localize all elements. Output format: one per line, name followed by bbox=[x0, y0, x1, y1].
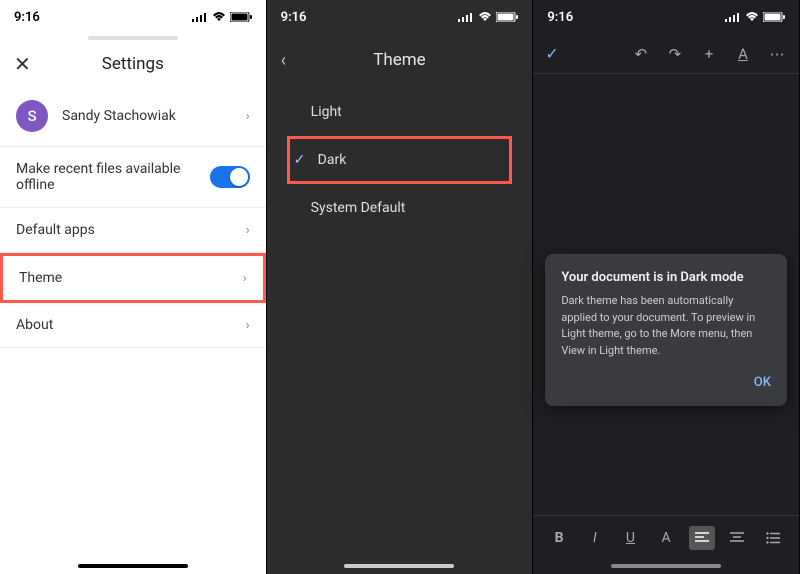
chevron-right-icon: › bbox=[246, 109, 250, 124]
text-format-icon[interactable]: A bbox=[733, 45, 753, 63]
default-apps-row[interactable]: Default apps › bbox=[0, 208, 266, 253]
theme-header: ‹ Theme bbox=[267, 34, 533, 88]
theme-option-label: Dark bbox=[318, 152, 347, 168]
about-label: About bbox=[16, 317, 246, 333]
theme-option-light[interactable]: ✓ Light bbox=[267, 88, 533, 136]
italic-button[interactable]: I bbox=[582, 526, 608, 550]
check-icon: ✓ bbox=[294, 152, 318, 168]
settings-header: ✕ Settings bbox=[0, 40, 266, 90]
bullet-list-icon[interactable] bbox=[760, 526, 786, 550]
check-icon: ✓ bbox=[287, 200, 311, 216]
theme-row[interactable]: Theme › bbox=[0, 253, 266, 303]
theme-option-label: System Default bbox=[311, 200, 406, 216]
more-icon[interactable]: ⋯ bbox=[767, 45, 787, 63]
status-bar: 9:16 bbox=[533, 0, 799, 34]
wifi-icon bbox=[478, 12, 492, 22]
default-apps-label: Default apps bbox=[16, 222, 246, 238]
account-row[interactable]: S Sandy Stachowiak › bbox=[0, 90, 266, 147]
check-icon: ✓ bbox=[287, 104, 311, 120]
dialog-ok-button[interactable]: OK bbox=[561, 375, 771, 390]
underline-button[interactable]: U bbox=[617, 526, 643, 550]
status-time: 9:16 bbox=[14, 10, 40, 25]
theme-option-label: Light bbox=[311, 104, 342, 120]
editor-toolbar: ✓ ↶ ↷ + A ⋯ bbox=[533, 34, 799, 73]
avatar: S bbox=[16, 100, 48, 132]
signal-icon bbox=[458, 12, 474, 22]
dialog-body: Dark theme has been automatically applie… bbox=[561, 293, 771, 359]
battery-icon bbox=[763, 12, 785, 22]
document-screen: 9:16 ✓ ↶ ↷ + A ⋯ Your document is in Dar… bbox=[533, 0, 800, 574]
undo-icon[interactable]: ↶ bbox=[631, 45, 651, 63]
page-title: Theme bbox=[373, 50, 425, 70]
theme-label: Theme bbox=[19, 270, 243, 286]
theme-screen: 9:16 ‹ Theme ✓ Light ✓ Dark ✓ System Def… bbox=[267, 0, 534, 574]
home-indicator bbox=[344, 564, 454, 568]
theme-option-dark[interactable]: ✓ Dark bbox=[287, 136, 513, 184]
status-time: 9:16 bbox=[281, 10, 307, 25]
done-check-icon[interactable]: ✓ bbox=[545, 44, 558, 63]
battery-icon bbox=[496, 12, 518, 22]
offline-toggle[interactable] bbox=[210, 166, 250, 188]
home-indicator bbox=[78, 564, 188, 568]
status-icons bbox=[458, 12, 518, 22]
wifi-icon bbox=[745, 12, 759, 22]
chevron-right-icon: › bbox=[246, 223, 250, 238]
home-indicator bbox=[611, 564, 721, 568]
chevron-right-icon: › bbox=[246, 318, 250, 333]
plus-icon[interactable]: + bbox=[699, 45, 719, 63]
offline-label: Make recent files available offline bbox=[16, 161, 210, 193]
status-icons bbox=[725, 12, 785, 22]
align-left-icon[interactable] bbox=[689, 526, 715, 550]
document-canvas[interactable]: Your document is in Dark mode Dark theme… bbox=[533, 73, 799, 515]
signal-icon bbox=[192, 12, 208, 22]
page-title: Settings bbox=[102, 54, 164, 74]
account-name: Sandy Stachowiak bbox=[62, 108, 246, 124]
dark-mode-dialog: Your document is in Dark mode Dark theme… bbox=[545, 254, 787, 406]
close-icon[interactable]: ✕ bbox=[14, 54, 31, 74]
bold-button[interactable]: B bbox=[546, 526, 572, 550]
redo-icon[interactable]: ↷ bbox=[665, 45, 685, 63]
status-time: 9:16 bbox=[547, 10, 573, 25]
status-bar: 9:16 bbox=[0, 0, 266, 34]
theme-option-system[interactable]: ✓ System Default bbox=[267, 184, 533, 232]
wifi-icon bbox=[212, 12, 226, 22]
dialog-title: Your document is in Dark mode bbox=[561, 270, 771, 285]
align-center-icon[interactable] bbox=[724, 526, 750, 550]
text-color-button[interactable]: A bbox=[653, 526, 679, 550]
chevron-right-icon: › bbox=[243, 271, 247, 286]
status-bar: 9:16 bbox=[267, 0, 533, 34]
status-icons bbox=[192, 12, 252, 22]
offline-toggle-row[interactable]: Make recent files available offline bbox=[0, 147, 266, 208]
settings-screen: 9:16 ✕ Settings S Sandy Stachowiak › Mak… bbox=[0, 0, 267, 574]
about-row[interactable]: About › bbox=[0, 303, 266, 348]
back-icon[interactable]: ‹ bbox=[281, 50, 286, 71]
signal-icon bbox=[725, 12, 741, 22]
battery-icon bbox=[230, 12, 252, 22]
